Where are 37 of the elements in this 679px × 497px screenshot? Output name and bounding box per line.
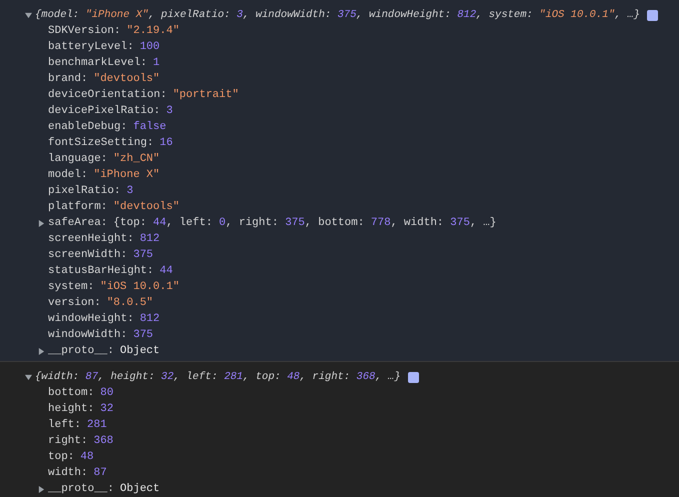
object-summary[interactable]: {width: 87, height: 32, left: 281, top: 48, right: 368, …} [35,369,401,385]
property-row-text: language: "zh_CN" [47,152,160,167]
property-row-text: version: "8.0.5" [47,296,154,311]
property-row-text: width: 87 [47,466,107,481]
property-row-text: screenWidth: 375 [47,248,154,263]
property-row-text: bottom: 80 [47,386,114,401]
property-row-text: brand: "devtools" [47,72,160,87]
property-row-text: batteryLevel: 100 [47,40,160,55]
property-row-text: top: 48 [47,450,94,465]
property-row-text: benchmarkLevel: 1 [47,56,160,71]
property-row-text: __proto__: Object [47,344,160,359]
collapsed-triangle-icon[interactable] [38,348,45,354]
property-row-text: windowHeight: 812 [47,312,160,327]
property-row-text: system: "iOS 10.0.1" [47,280,180,295]
property-row-text: fontSizeSetting: 16 [47,136,173,151]
property-row-text: SDKVersion: "2.19.4" [47,24,180,39]
info-badge-icon [408,372,419,382]
collapsed-triangle-icon[interactable] [38,486,45,492]
info-badge-icon [646,10,658,20]
property-row-text: devicePixelRatio: 3 [47,104,173,119]
property-row-text: height: 32 [47,402,114,417]
property-row-text: statusBarHeight: 44 [47,264,173,279]
collapsed-triangle-icon[interactable] [38,220,45,226]
property-row-text: __proto__: Object [47,482,160,497]
expanded-triangle-icon[interactable] [25,374,32,380]
expanded-triangle-icon[interactable] [25,12,32,18]
property-row-text: deviceOrientation: "portrait" [47,88,239,103]
property-row-text: platform: "devtools" [47,200,180,215]
property-row-text: left: 281 [47,418,107,433]
property-row-text: safeArea: {top: 44, left: 0, right: 375, bottom: 778, width: 375, …} [47,216,496,231]
property-row-text: right: 368 [47,434,114,449]
property-row-text: screenHeight: 812 [47,232,160,247]
property-row-text: pixelRatio: 3 [47,184,134,199]
property-row-text: enableDebug: false [47,120,166,135]
object-summary[interactable]: {model: "iPhone X", pixelRatio: 3, windowWidth: 375, windowHeight: 812, system: "iOS 10.0.1", …} [35,7,640,23]
property-row-text: model: "iPhone X" [47,168,160,183]
property-row-text: windowWidth: 375 [47,328,154,343]
